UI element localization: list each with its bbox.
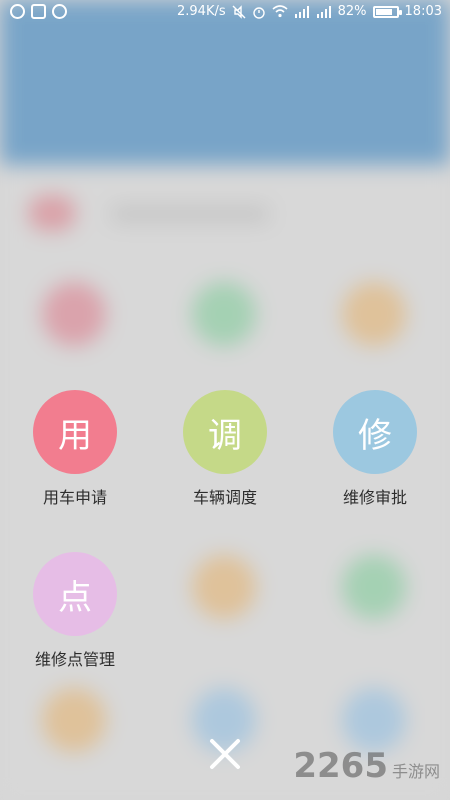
menu-item-label: 车辆调度 — [192, 488, 257, 507]
menu-item-label: 维修审批 — [342, 488, 407, 507]
sync-icon — [10, 4, 25, 19]
battery-level — [375, 8, 392, 15]
watermark-number: 2265 — [293, 746, 388, 786]
notification-icons — [10, 4, 67, 19]
network-speed: 2.94K/s — [177, 4, 226, 19]
watermark-logo: 2265 手游网 — [293, 746, 440, 786]
repair-point-icon[interactable]: 点 — [33, 552, 117, 636]
menu-item-repair-approval[interactable]: 修 维修审批 — [315, 390, 435, 508]
menu-item-label: 用车申请 — [42, 488, 107, 507]
menu-item-vehicle-request[interactable]: 用 用车申请 — [15, 390, 135, 508]
image-icon — [31, 4, 46, 19]
mute-icon — [232, 4, 246, 19]
close-button[interactable] — [203, 732, 247, 776]
signal-icon — [294, 5, 309, 18]
vehicle-dispatch-icon[interactable]: 调 — [183, 390, 267, 474]
vehicle-request-icon[interactable]: 用 — [33, 390, 117, 474]
repair-approval-icon[interactable]: 修 — [333, 390, 417, 474]
menu-item-label: 维修点管理 — [34, 650, 115, 669]
menu-item-repair-point-management[interactable]: 点 维修点管理 — [15, 552, 135, 670]
battery-icon — [372, 5, 402, 18]
clock: 18:03 — [404, 4, 442, 19]
close-icon — [210, 739, 240, 769]
menu-item-vehicle-dispatch[interactable]: 调 车辆调度 — [165, 390, 285, 508]
watermark-text: 手游网 — [391, 762, 440, 781]
wifi-icon — [272, 5, 288, 18]
alarm-icon — [252, 6, 265, 19]
status-right: 2.94K/s 82% 18:03 — [177, 4, 442, 19]
chart-icon — [52, 4, 67, 19]
battery-percent: 82% — [337, 4, 367, 19]
status-bar: 2.94K/s 82% 18:03 — [0, 0, 450, 26]
signal-icon — [316, 5, 331, 18]
